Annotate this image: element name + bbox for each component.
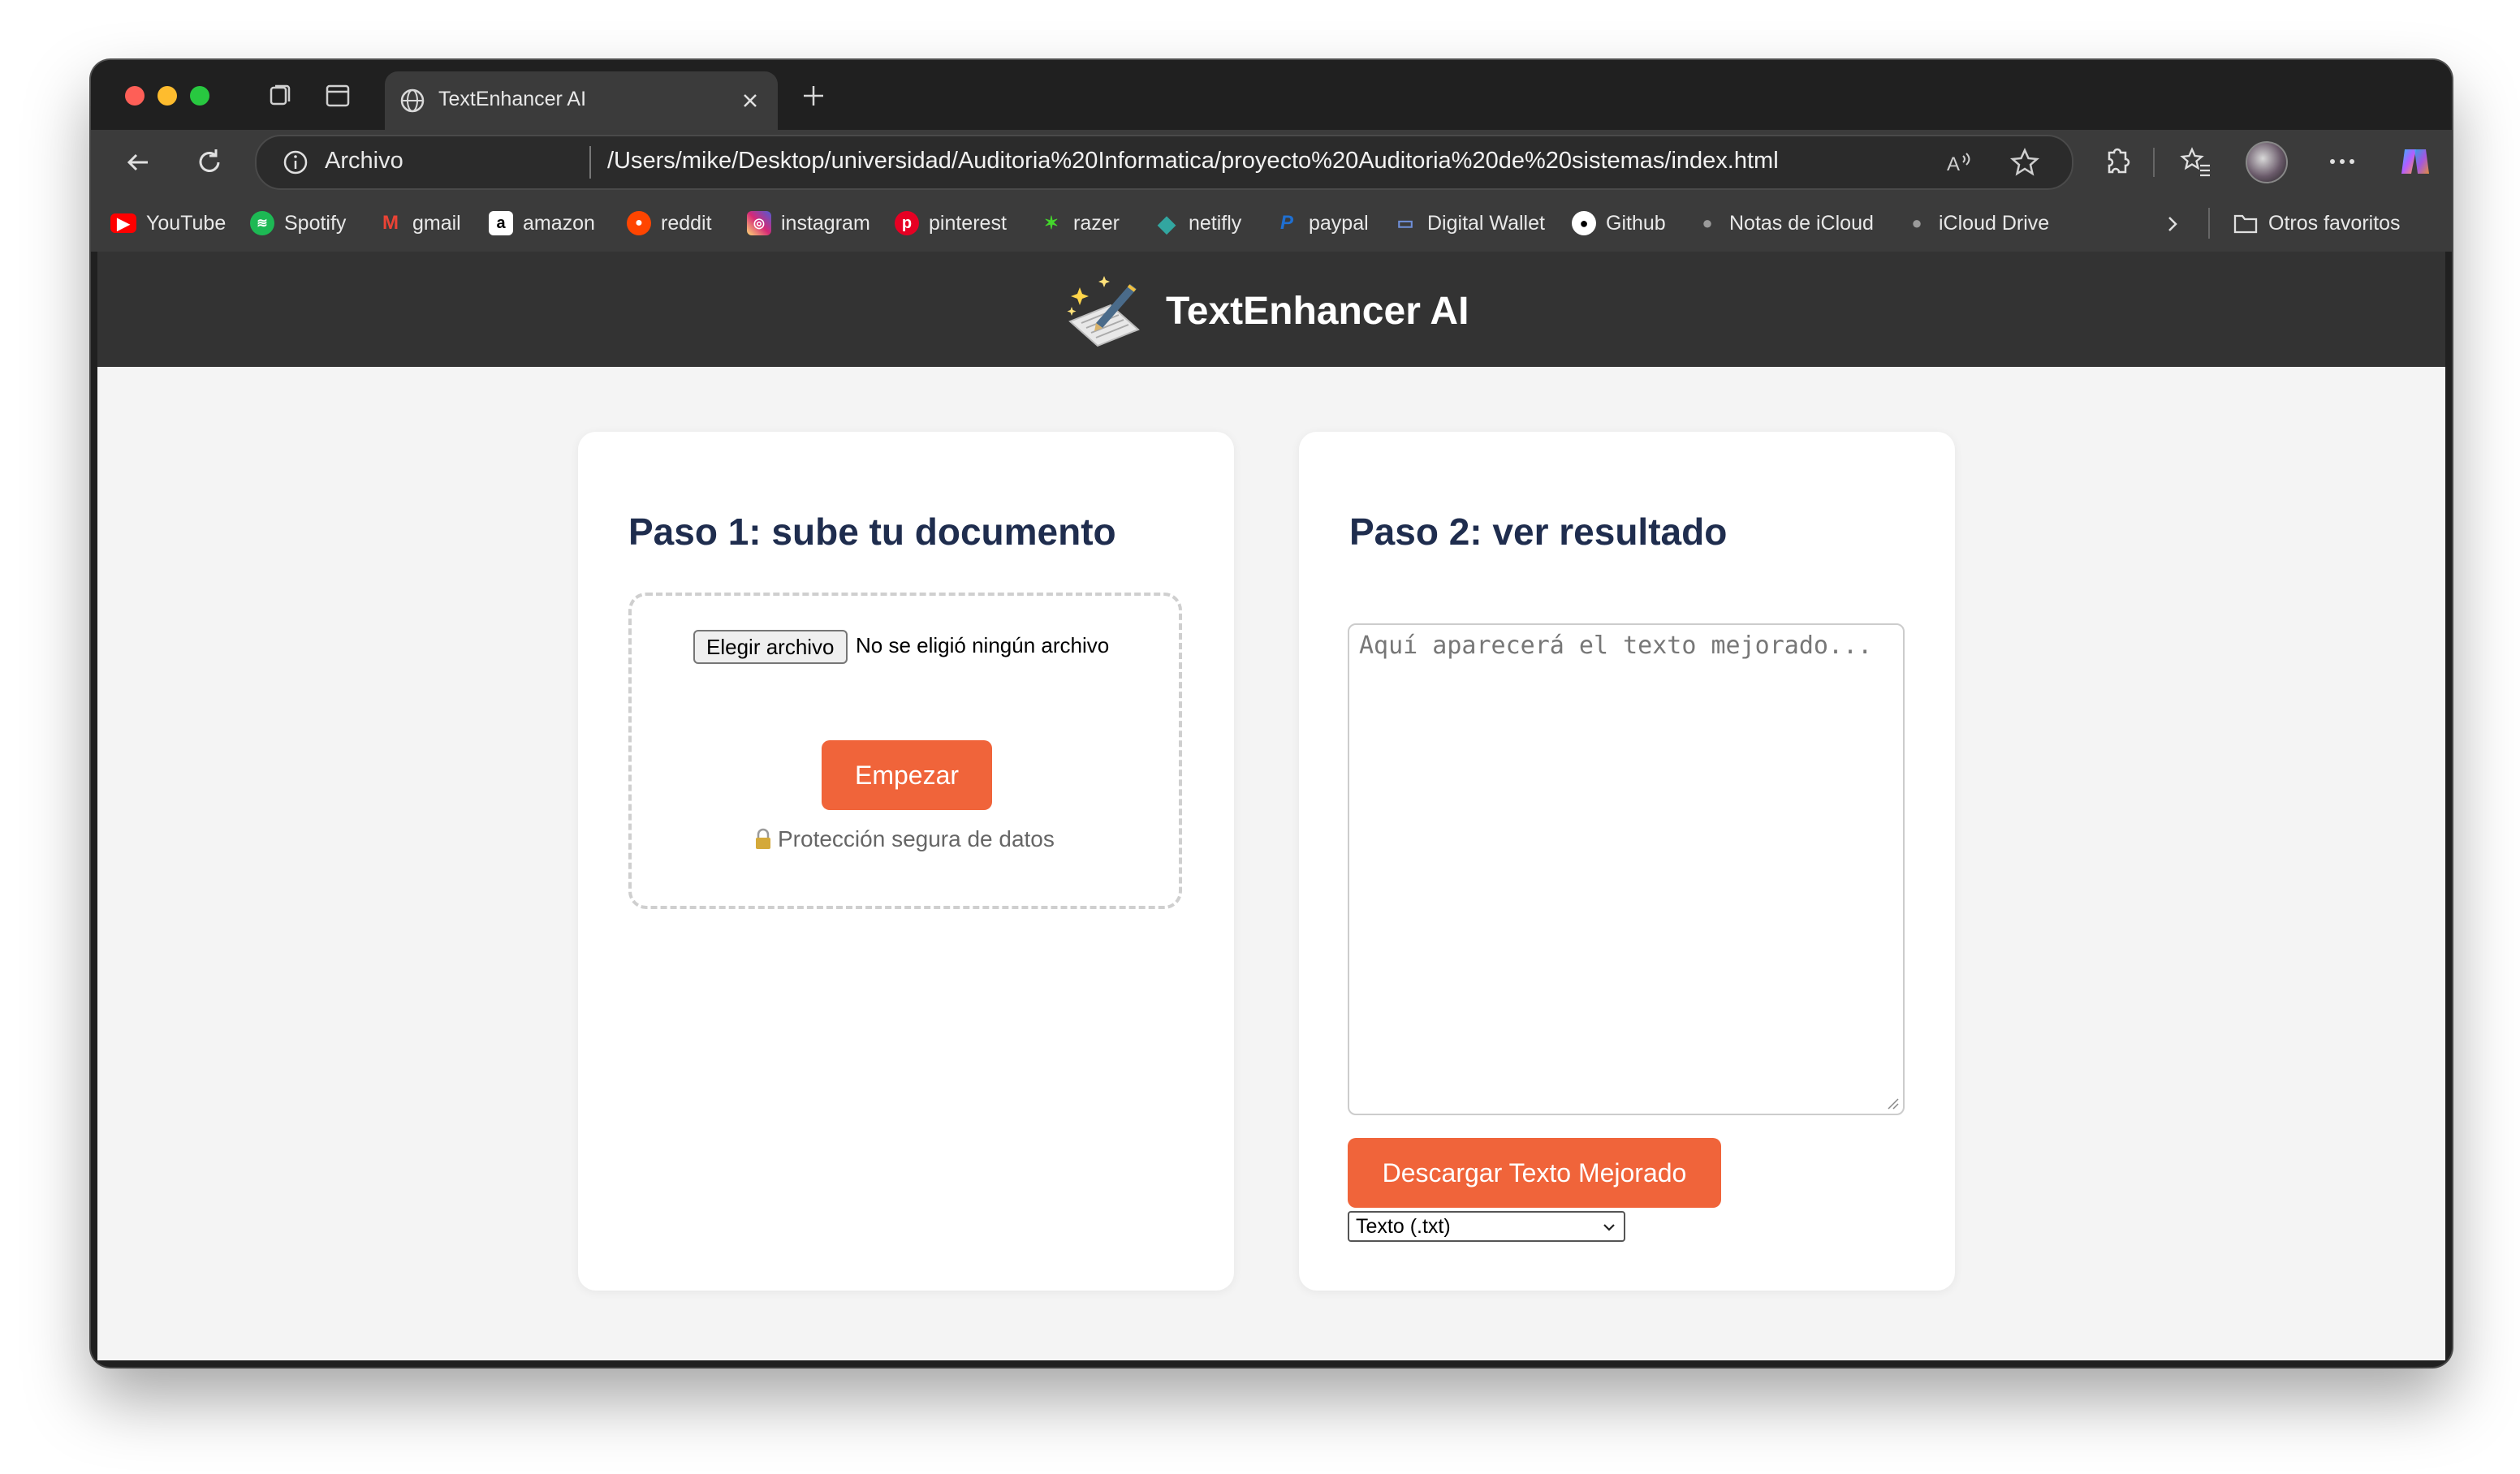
address-divider <box>589 146 591 179</box>
bookmark-label: paypal <box>1309 211 1369 235</box>
start-button[interactable]: Empezar <box>822 740 992 810</box>
favorite-star-icon[interactable] <box>2009 146 2041 179</box>
bookmark-youtube[interactable]: ▶ YouTube <box>110 209 226 237</box>
bookmark-label: amazon <box>523 211 595 235</box>
tab-actions-icon[interactable] <box>321 80 354 112</box>
address-bar[interactable]: Archivo /Users/mike/Desktop/universidad/… <box>255 135 2073 190</box>
instagram-icon: ◎ <box>747 211 771 235</box>
bookmark-netifly[interactable]: ◆ netifly <box>1154 209 1241 237</box>
bookmark-label: iCloud Drive <box>1939 211 2050 235</box>
choose-file-button[interactable]: Elegir archivo <box>693 630 848 664</box>
toolbar-divider <box>2153 148 2155 177</box>
app-title: TextEnhancer AI <box>1166 290 1469 333</box>
secure-note-text: Protección segura de datos <box>778 826 1055 851</box>
format-select[interactable]: Texto (.txt) <box>1348 1211 1625 1242</box>
bookmark-spotify[interactable]: ≋ Spotify <box>250 209 346 237</box>
gmail-icon: M <box>382 212 399 234</box>
bookmark-label: instagram <box>781 211 870 235</box>
bookmark-label: YouTube <box>146 211 227 235</box>
logo-icon <box>1067 276 1140 347</box>
site-info-icon[interactable] <box>281 148 310 177</box>
read-aloud-icon[interactable]: A <box>1944 146 1976 179</box>
reddit-icon: ● <box>627 211 651 235</box>
svg-text:A: A <box>1947 153 1960 175</box>
bookmark-notas-icloud[interactable]: ● Notas de iCloud <box>1695 209 1874 237</box>
bookmark-label: gmail <box>412 211 461 235</box>
close-window-button[interactable] <box>125 86 145 106</box>
bookmark-github[interactable]: ● Github <box>1572 209 1666 237</box>
copilot-icon[interactable] <box>2397 143 2434 180</box>
reload-icon[interactable] <box>192 144 227 180</box>
result-textarea[interactable]: Aquí aparecerá el texto mejorado... <box>1348 623 1905 1115</box>
minimize-window-button[interactable] <box>158 86 177 106</box>
extensions-icon[interactable] <box>2098 143 2135 180</box>
bookmark-gmail[interactable]: M gmail <box>378 209 461 237</box>
bookmark-icloud-drive[interactable]: ● iCloud Drive <box>1905 209 2049 237</box>
bookmark-razer[interactable]: ✶ razer <box>1039 209 1120 237</box>
new-tab-icon[interactable] <box>796 78 831 114</box>
bookmark-amazon[interactable]: a amazon <box>489 209 595 237</box>
address-scheme-label: Archivo <box>325 148 403 174</box>
tab-title: TextEnhancer AI <box>438 88 587 110</box>
browser-window: TextEnhancer AI Archivo /Users/mike/Desk… <box>91 60 2452 1367</box>
profile-avatar[interactable] <box>2246 141 2288 183</box>
upload-dropzone[interactable]: Elegir archivo No se eligió ningún archi… <box>628 593 1182 909</box>
paypal-icon: P <box>1279 212 1293 234</box>
browser-toolbar: Archivo /Users/mike/Desktop/universidad/… <box>91 130 2452 195</box>
globe-icon <box>400 88 425 113</box>
resize-handle-icon[interactable] <box>1885 1096 1900 1110</box>
bookmark-pinterest[interactable]: p pinterest <box>895 209 1007 237</box>
bookmark-label: pinterest <box>929 211 1007 235</box>
result-placeholder: Aquí aparecerá el texto mejorado... <box>1359 631 1873 660</box>
amazon-icon: a <box>489 211 513 235</box>
github-icon: ● <box>1572 211 1596 235</box>
bookmark-label: netifly <box>1189 211 1242 235</box>
more-menu-icon[interactable] <box>2324 143 2361 180</box>
spotify-icon: ≋ <box>250 211 274 235</box>
bookmark-label: Digital Wallet <box>1427 211 1545 235</box>
url-text[interactable]: /Users/mike/Desktop/universidad/Auditori… <box>607 148 1779 175</box>
razer-icon: ✶ <box>1043 213 1059 233</box>
wallet-icon: ▭ <box>1396 213 1414 233</box>
bookmark-label: reddit <box>661 211 712 235</box>
favorites-icon[interactable] <box>2177 143 2215 180</box>
step1-card: Paso 1: sube tu documento Elegir archivo… <box>578 432 1234 1291</box>
app-header: TextEnhancer AI <box>97 252 2445 367</box>
tab-strip: TextEnhancer AI <box>91 60 2452 130</box>
close-tab-icon[interactable] <box>736 86 765 115</box>
chevron-right-icon[interactable] <box>2160 211 2186 237</box>
zoom-window-button[interactable] <box>190 86 209 106</box>
bookmark-label: Github <box>1606 211 1666 235</box>
bookmark-label: Notas de iCloud <box>1729 211 1874 235</box>
step2-card: Paso 2: ver resultado Aquí aparecerá el … <box>1299 432 1955 1291</box>
bookmark-label: razer <box>1073 211 1120 235</box>
step1-title: Paso 1: sube tu documento <box>628 511 1116 553</box>
step2-title: Paso 2: ver resultado <box>1349 511 1728 553</box>
chevron-down-icon <box>1603 1224 1615 1231</box>
bookmarks-bar: ▶ YouTube ≋ Spotify M gmail a amazon ● r… <box>91 195 2452 252</box>
bookmarks-divider <box>2208 208 2210 239</box>
bookmark-instagram[interactable]: ◎ instagram <box>747 209 870 237</box>
bookmark-label: Spotify <box>284 211 347 235</box>
folder-icon <box>2233 214 2258 234</box>
bookmark-digital-wallet[interactable]: ▭ Digital Wallet <box>1393 209 1545 237</box>
back-icon[interactable] <box>120 144 156 180</box>
download-button[interactable]: Descargar Texto Mejorado <box>1348 1138 1721 1208</box>
file-status-text: No se eligió ningún archivo <box>856 633 1110 657</box>
apple-icon: ● <box>1911 213 1922 233</box>
bookmark-paypal[interactable]: P paypal <box>1275 209 1369 237</box>
lock-icon <box>756 828 770 849</box>
apple-icon: ● <box>1702 213 1713 233</box>
other-favorites-folder[interactable]: Otros favoritos <box>2233 209 2401 237</box>
other-favorites-label: Otros favoritos <box>2268 211 2401 235</box>
active-tab[interactable]: TextEnhancer AI <box>385 71 778 130</box>
secure-note: Protección segura de datos <box>753 826 1055 852</box>
youtube-icon: ▶ <box>110 213 136 233</box>
netlify-icon: ◆ <box>1158 210 1176 236</box>
pinterest-icon: p <box>895 211 919 235</box>
format-selected-value: Texto (.txt) <box>1356 1214 1451 1238</box>
main-content: Paso 1: sube tu documento Elegir archivo… <box>97 367 2445 1360</box>
bookmark-reddit[interactable]: ● reddit <box>627 209 712 237</box>
workspaces-icon[interactable] <box>265 80 297 112</box>
